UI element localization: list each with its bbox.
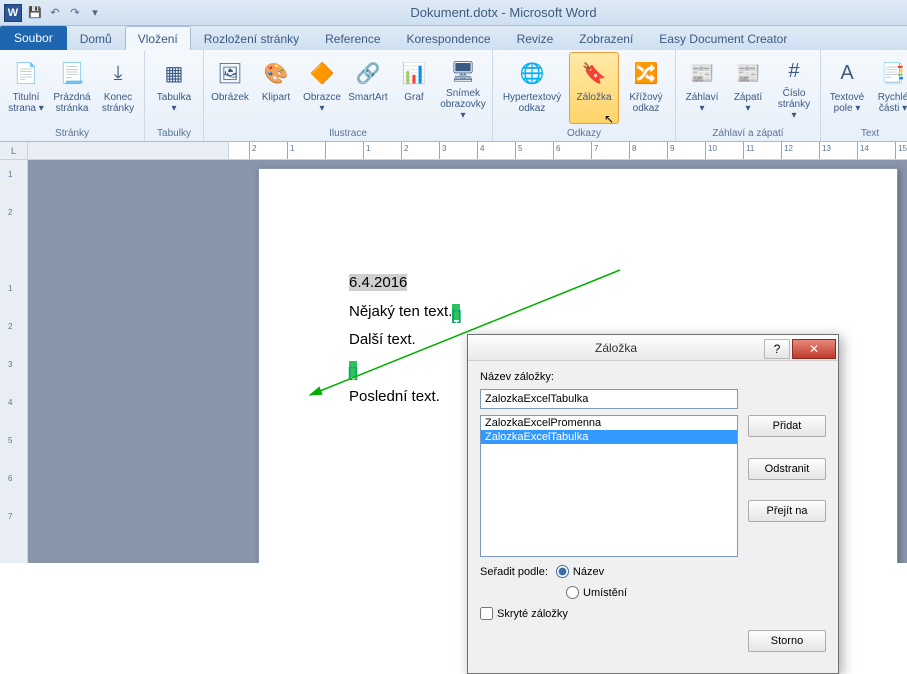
crossref-button[interactable]: 🔀Křížový odkaz: [621, 52, 671, 124]
ruler-corner: L: [0, 142, 28, 159]
page-break-icon: ⤓: [102, 57, 134, 89]
tab-easy-doc[interactable]: Easy Document Creator: [646, 26, 800, 50]
doc-line-1[interactable]: Nějaký ten text.: [349, 303, 452, 320]
header-button[interactable]: 📰Záhlaví ▾: [680, 52, 724, 124]
picture-button[interactable]: 🖼Obrázek: [208, 52, 252, 124]
chart-button[interactable]: 📊Graf: [392, 52, 436, 124]
bookmark-icon: 🔖: [578, 57, 610, 89]
screenshot-button[interactable]: 🖥Snímek obrazovky ▾: [438, 52, 488, 124]
bookmark-dialog: Záložka ? ✕ Název záložky: Přidat Zalozk…: [467, 334, 839, 674]
add-button[interactable]: Přidat: [748, 415, 826, 437]
dialog-title: Záložka: [468, 341, 764, 355]
bookmark-name-input[interactable]: [480, 389, 738, 409]
group-label-illustrations: Ilustrace: [208, 127, 488, 141]
redo-icon[interactable]: ↷: [66, 4, 84, 22]
hidden-bookmarks-check[interactable]: Skryté záložky: [480, 607, 568, 620]
header-icon: 📰: [686, 57, 718, 89]
ruler-row: L 21123456789101112131415: [0, 142, 907, 160]
cancel-button[interactable]: Storno: [748, 630, 826, 652]
group-pages: 📄Titulní strana ▾ 📃Prázdná stránka ⤓Kone…: [0, 50, 145, 141]
group-text: ATextové pole ▾ 📑Rychlé části ▾ Text: [821, 50, 907, 141]
work-area: 121234567 6.4.2016 Nějaký ten text. Dalš…: [0, 160, 907, 563]
group-links: 🌐Hypertextový odkaz 🔖Záložka 🔀Křížový od…: [493, 50, 676, 141]
bookmark-name-label: Název záložky:: [480, 371, 826, 383]
radio-location[interactable]: [566, 586, 579, 599]
chart-icon: 📊: [398, 57, 430, 89]
textbox-icon: A: [831, 57, 863, 89]
group-label-hf: Záhlaví a zápatí: [680, 127, 816, 141]
group-label-tables: Tabulky: [149, 127, 199, 141]
shapes-button[interactable]: 🔶Obrazce ▾: [300, 52, 344, 124]
horizontal-ruler[interactable]: 21123456789101112131415: [228, 142, 907, 159]
shapes-icon: 🔶: [306, 57, 338, 89]
tab-file[interactable]: Soubor: [0, 26, 67, 50]
group-label-links: Odkazy: [497, 127, 671, 141]
quickparts-button[interactable]: 📑Rychlé části ▾: [871, 52, 907, 124]
group-label-pages: Stránky: [4, 127, 140, 141]
hyperlink-button[interactable]: 🌐Hypertextový odkaz: [497, 52, 567, 124]
list-item[interactable]: ZalozkaExcelPromenna: [481, 416, 737, 430]
dialog-close-button[interactable]: ✕: [792, 339, 836, 359]
group-illustrations: 🖼Obrázek 🎨Klipart 🔶Obrazce ▾ 🔗SmartArt 📊…: [204, 50, 493, 141]
smartart-button[interactable]: 🔗SmartArt: [346, 52, 390, 124]
title-bar: W 💾 ↶ ↷ ▾ Dokument.dotx - Microsoft Word: [0, 0, 907, 26]
tab-mailings[interactable]: Korespondence: [394, 26, 504, 50]
page-break-button[interactable]: ⤓Konec stránky: [96, 52, 140, 124]
blank-page-icon: 📃: [56, 57, 88, 89]
window-title: Dokument.dotx - Microsoft Word: [104, 5, 903, 20]
dialog-help-button[interactable]: ?: [764, 339, 790, 359]
tab-review[interactable]: Revize: [504, 26, 567, 50]
ribbon: 📄Titulní strana ▾ 📃Prázdná stránka ⤓Kone…: [0, 50, 907, 142]
group-header-footer: 📰Záhlaví ▾ 📰Zápatí ▾ #Číslo stránky ▾ Zá…: [676, 50, 821, 141]
tab-page-layout[interactable]: Rozložení stránky: [191, 26, 312, 50]
bookmark-marker-1: [452, 304, 460, 320]
textbox-button[interactable]: ATextové pole ▾: [825, 52, 869, 124]
clipart-icon: 🎨: [260, 57, 292, 89]
save-icon[interactable]: 💾: [26, 4, 44, 22]
bookmark-marker-2: [349, 361, 357, 377]
tab-references[interactable]: Reference: [312, 26, 393, 50]
sort-name-radio[interactable]: Název: [556, 565, 604, 578]
page-number-button[interactable]: #Číslo stránky ▾: [772, 52, 816, 124]
table-icon: ▦: [158, 57, 190, 89]
quick-access-toolbar: 💾 ↶ ↷ ▾: [26, 4, 104, 22]
tab-view[interactable]: Zobrazení: [566, 26, 646, 50]
cover-page-icon: 📄: [10, 57, 42, 89]
qat-more-icon[interactable]: ▾: [86, 4, 104, 22]
hyperlink-icon: 🌐: [516, 57, 548, 89]
page-number-icon: #: [778, 57, 810, 85]
smartart-icon: 🔗: [352, 57, 384, 89]
cursor-icon: ↖: [604, 112, 614, 126]
delete-button[interactable]: Odstranit: [748, 458, 826, 480]
list-item[interactable]: ZalozkaExcelTabulka: [481, 430, 737, 444]
sort-label: Seřadit podle:: [480, 566, 548, 578]
tab-home[interactable]: Domů: [67, 26, 125, 50]
crossref-icon: 🔀: [630, 57, 662, 89]
clipart-button[interactable]: 🎨Klipart: [254, 52, 298, 124]
picture-icon: 🖼: [214, 57, 246, 89]
cover-page-button[interactable]: 📄Titulní strana ▾: [4, 52, 48, 124]
footer-icon: 📰: [732, 57, 764, 89]
screenshot-icon: 🖥: [447, 57, 479, 85]
word-app-icon: W: [4, 4, 22, 22]
vertical-ruler[interactable]: 121234567: [0, 160, 28, 563]
bookmark-list[interactable]: ZalozkaExcelPromenna ZalozkaExcelTabulka: [480, 415, 738, 557]
ribbon-tabs: Soubor Domů Vložení Rozložení stránky Re…: [0, 26, 907, 50]
goto-button[interactable]: Přejít na: [748, 500, 826, 522]
checkbox-hidden[interactable]: [480, 607, 493, 620]
footer-button[interactable]: 📰Zápatí ▾: [726, 52, 770, 124]
selected-date-text[interactable]: 6.4.2016: [349, 274, 407, 291]
table-button[interactable]: ▦Tabulka ▾: [149, 52, 199, 124]
quickparts-icon: 📑: [877, 57, 907, 89]
undo-icon[interactable]: ↶: [46, 4, 64, 22]
dialog-titlebar[interactable]: Záložka ? ✕: [468, 335, 838, 361]
blank-page-button[interactable]: 📃Prázdná stránka: [50, 52, 94, 124]
group-tables: ▦Tabulka ▾ Tabulky: [145, 50, 204, 141]
tab-insert[interactable]: Vložení: [125, 26, 191, 50]
sort-location-radio[interactable]: Umístění: [566, 586, 627, 599]
group-label-text: Text: [825, 127, 907, 141]
radio-name[interactable]: [556, 565, 569, 578]
ruler-gutter: [28, 142, 228, 159]
